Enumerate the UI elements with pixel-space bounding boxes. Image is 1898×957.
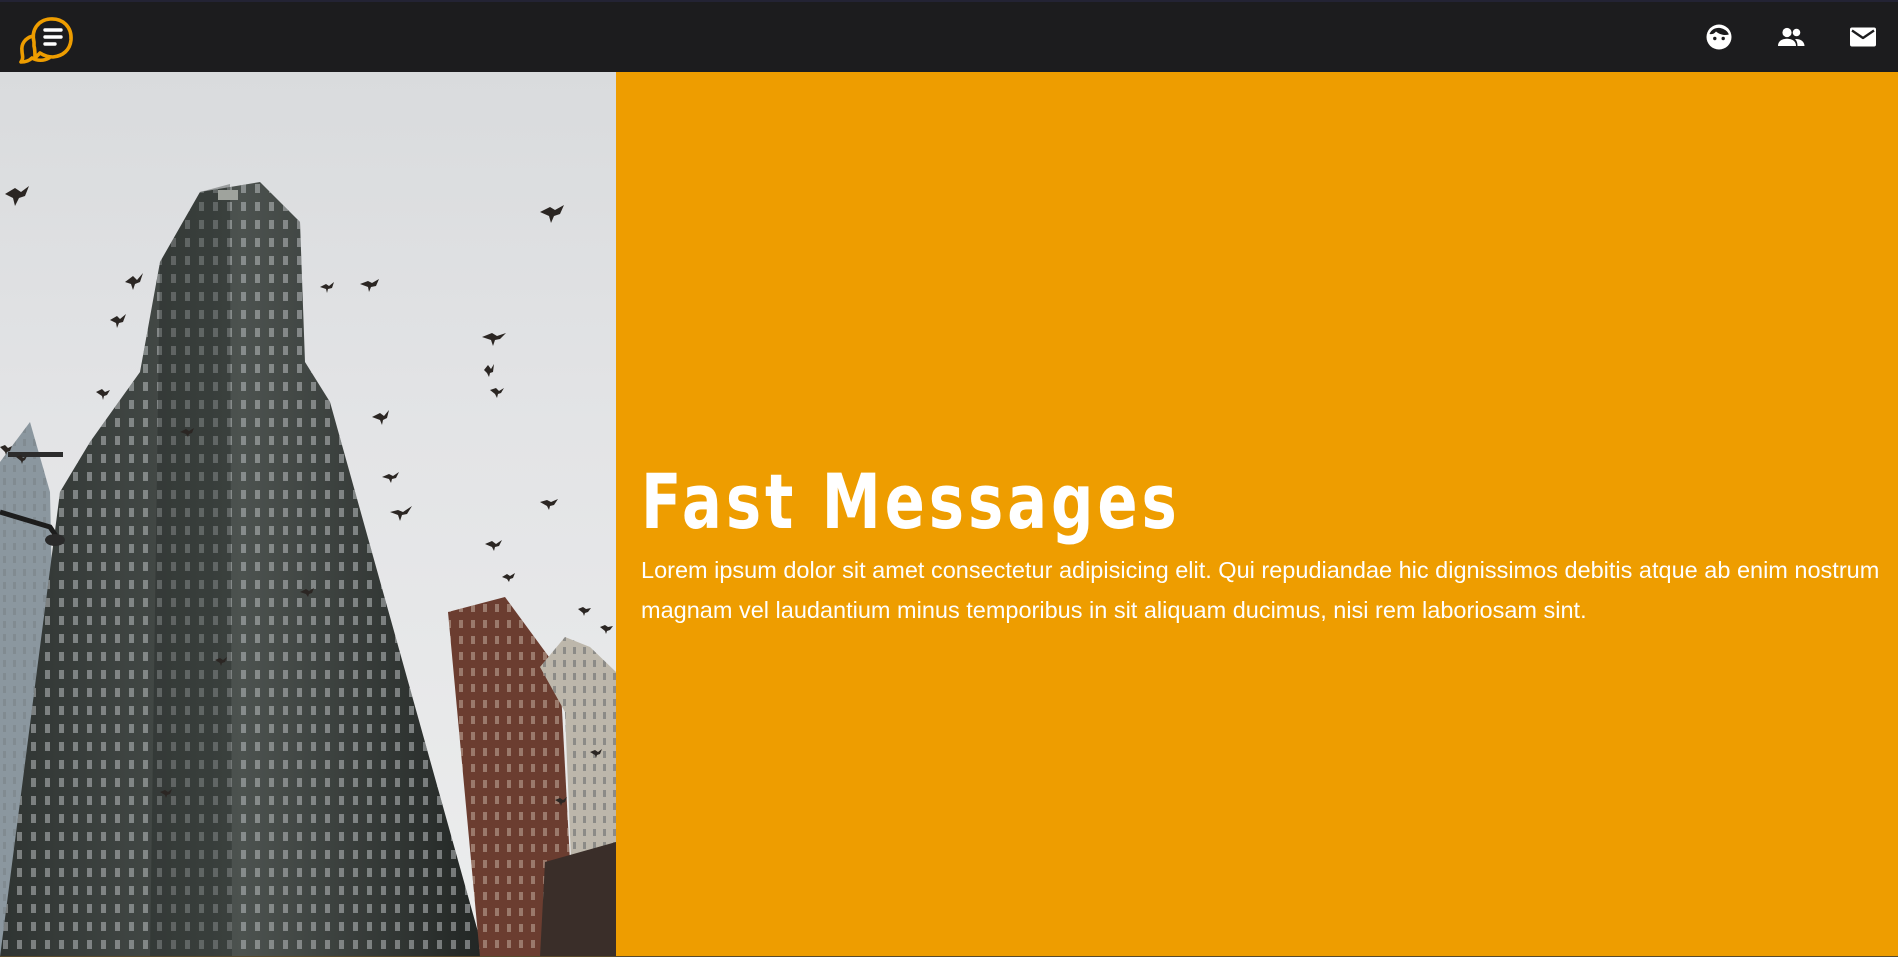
nav-icons: [1704, 22, 1878, 52]
chat-bubble-menu-icon[interactable]: [15, 9, 77, 69]
mail-icon[interactable]: [1848, 22, 1878, 52]
hero-title: Fast Messages: [641, 457, 1181, 546]
navbar: [0, 0, 1898, 72]
group-icon[interactable]: [1776, 22, 1806, 52]
hero-panel: Fast Messages Lorem ipsum dolor sit amet…: [616, 72, 1898, 957]
hero-section: Fast Messages Lorem ipsum dolor sit amet…: [0, 72, 1898, 957]
skyscraper-birds-photo: [0, 72, 616, 957]
hero-description: Lorem ipsum dolor sit amet consectetur a…: [641, 557, 1880, 623]
face-icon[interactable]: [1704, 22, 1734, 52]
page: Fast Messages Lorem ipsum dolor sit amet…: [0, 0, 1898, 957]
